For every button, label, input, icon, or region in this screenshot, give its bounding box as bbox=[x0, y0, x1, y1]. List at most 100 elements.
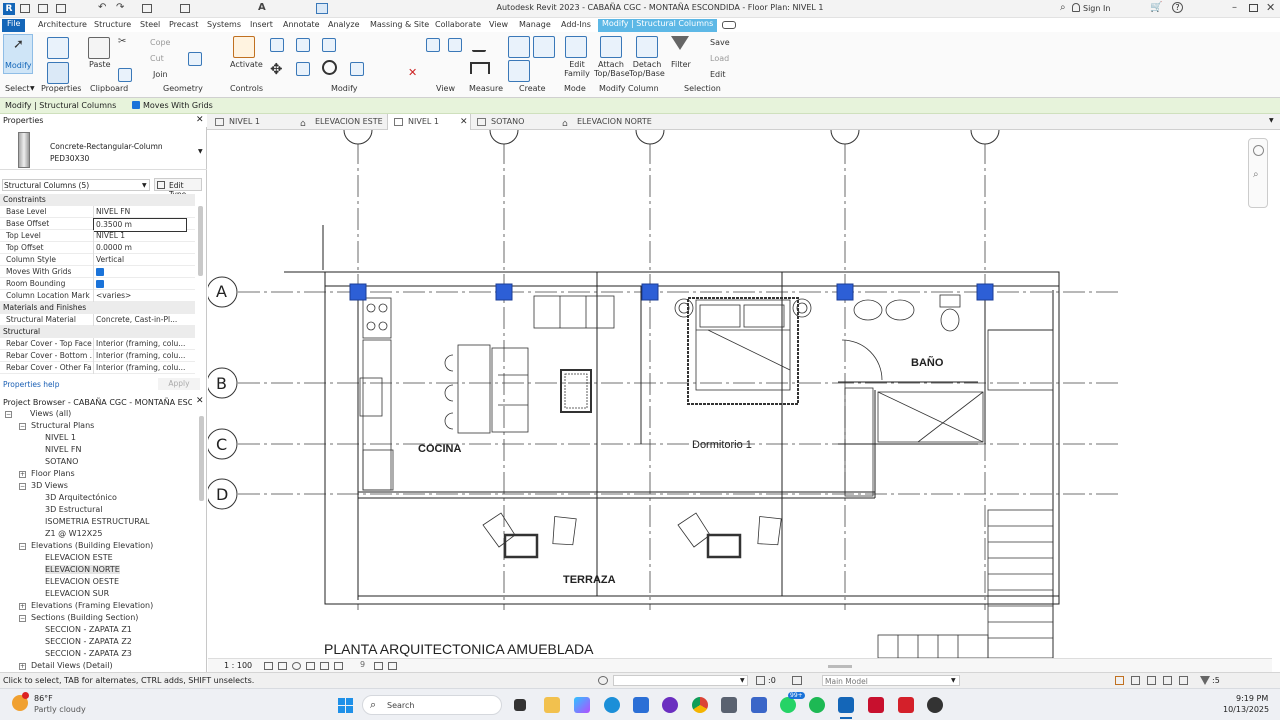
app-icon-1[interactable] bbox=[662, 697, 678, 713]
detach-button[interactable]: Detach Top/Base bbox=[629, 60, 665, 78]
measure-icon[interactable] bbox=[180, 4, 190, 13]
edit-selection-button[interactable]: Edit bbox=[710, 70, 726, 79]
browser-item[interactable]: SECCION - ZAPATA Z2 bbox=[45, 637, 132, 646]
property-value[interactable]: Interior (framing, colu... bbox=[93, 362, 187, 374]
section-structural[interactable]: Structural bbox=[0, 326, 195, 338]
mirror-axis-icon[interactable] bbox=[322, 38, 336, 52]
maximize-button[interactable] bbox=[1249, 4, 1258, 12]
save-selection-button[interactable]: Save bbox=[710, 38, 730, 47]
browser-item[interactable]: Floor Plans bbox=[31, 469, 75, 478]
autocad-icon[interactable] bbox=[868, 697, 884, 713]
weather-temp[interactable]: 86°F bbox=[34, 694, 53, 703]
undo-icon[interactable]: ↶ bbox=[98, 2, 106, 13]
close-tab-icon[interactable]: ✕ bbox=[460, 114, 468, 130]
property-row[interactable]: Structural Material Concrete, Cast-in-Pl.… bbox=[0, 314, 195, 326]
property-value[interactable]: Concrete, Cast-in-Pl... bbox=[93, 314, 187, 326]
expand-toggle-icon[interactable]: + bbox=[19, 471, 26, 478]
room-label-bano[interactable]: BAÑO bbox=[911, 356, 944, 369]
chevron-down-icon[interactable]: ▼ bbox=[198, 148, 203, 155]
design-options-icon[interactable] bbox=[792, 676, 802, 685]
expand-toggle-icon[interactable]: − bbox=[5, 411, 12, 418]
modify-tool[interactable]: ➚ Modify bbox=[3, 34, 33, 74]
edge-icon[interactable] bbox=[604, 697, 620, 713]
browser-item[interactable]: ISOMETRIA ESTRUCTURAL bbox=[45, 517, 149, 526]
tab-steel[interactable]: Steel bbox=[140, 20, 160, 32]
tab-modify-structural-columns[interactable]: Modify | Structural Columns bbox=[598, 19, 718, 32]
clock-date[interactable]: 10/13/2025 bbox=[1223, 705, 1269, 714]
checkbox[interactable] bbox=[96, 280, 104, 288]
load-selection-button[interactable]: Load bbox=[710, 54, 729, 63]
workset-dropdown[interactable]: ▼ bbox=[613, 675, 748, 686]
property-value[interactable]: Interior (framing, colu... bbox=[93, 350, 187, 362]
browser-item[interactable]: 3D Estructural bbox=[45, 505, 103, 514]
delete-icon[interactable]: ✕ bbox=[408, 66, 417, 79]
tab-elevacion-este[interactable]: ⌂ ELEVACION ESTE bbox=[295, 114, 387, 130]
start-button[interactable] bbox=[338, 698, 353, 713]
crop-icon[interactable] bbox=[320, 662, 329, 670]
browser-scrollbar[interactable] bbox=[199, 416, 204, 501]
store-icon[interactable] bbox=[633, 697, 649, 713]
acrobat-icon[interactable] bbox=[898, 697, 914, 713]
offset-icon[interactable] bbox=[296, 38, 310, 52]
property-value[interactable]: Vertical bbox=[93, 254, 187, 266]
property-row[interactable]: Room Bounding bbox=[0, 278, 195, 292]
tab-add-ins[interactable]: Add-Ins bbox=[561, 20, 591, 32]
create-group-icon[interactable] bbox=[508, 60, 530, 82]
temp-view-properties-icon[interactable] bbox=[374, 662, 383, 670]
type-selector[interactable]: Concrete-Rectangular-Column PED30X30 ▼ bbox=[0, 128, 207, 170]
search-icon[interactable]: ⌕ bbox=[1060, 2, 1066, 13]
tab-collaborate[interactable]: Collaborate bbox=[435, 20, 481, 32]
properties-scrollbar[interactable] bbox=[198, 206, 203, 276]
expand-toggle-icon[interactable]: − bbox=[19, 615, 26, 622]
property-row[interactable]: Rebar Cover - Top Face Interior (framing,… bbox=[0, 338, 195, 350]
visual-style-icon[interactable] bbox=[278, 662, 287, 670]
browser-item[interactable]: ELEVACION NORTE bbox=[45, 565, 120, 574]
paste-label[interactable]: Paste bbox=[89, 60, 111, 69]
tab-analyze[interactable]: Analyze bbox=[328, 20, 360, 32]
worksharing-icon[interactable] bbox=[598, 676, 608, 685]
help-icon[interactable]: ? bbox=[1172, 2, 1183, 13]
tab-sotano[interactable]: SOTANO bbox=[471, 114, 557, 130]
copilot-icon[interactable] bbox=[574, 697, 590, 713]
select-by-face-icon[interactable] bbox=[1163, 676, 1172, 685]
select-pinned-icon[interactable] bbox=[1147, 676, 1156, 685]
section-constraints[interactable]: Constraints bbox=[0, 194, 195, 206]
tab-nivel-1-active[interactable]: NIVEL 1 ✕ bbox=[387, 114, 471, 130]
detach-icon[interactable] bbox=[636, 36, 658, 58]
expand-toggle-icon[interactable]: − bbox=[19, 423, 26, 430]
create-assembly-icon[interactable] bbox=[508, 36, 530, 58]
view-scale[interactable]: 1 : 100 bbox=[224, 661, 252, 670]
properties-icon[interactable] bbox=[47, 62, 69, 84]
cart-icon[interactable]: 🛒 bbox=[1150, 2, 1162, 13]
tab-manage[interactable]: Manage bbox=[519, 20, 551, 32]
horizontal-scrollbar[interactable] bbox=[828, 665, 852, 668]
property-row[interactable]: Base Level NIVEL FN bbox=[0, 206, 195, 218]
property-value[interactable]: NIVEL FN bbox=[93, 206, 187, 218]
drag-elements-icon[interactable] bbox=[1179, 676, 1188, 685]
attach-button[interactable]: Attach Top/Base bbox=[594, 60, 630, 78]
filter-icon[interactable] bbox=[671, 36, 689, 50]
spotify-icon[interactable] bbox=[809, 697, 825, 713]
tab-annotate[interactable]: Annotate bbox=[283, 20, 320, 32]
properties-help-link[interactable]: Properties help bbox=[3, 380, 60, 389]
close-icon[interactable]: ✕ bbox=[196, 115, 204, 125]
tab-insert[interactable]: Insert bbox=[250, 20, 273, 32]
task-view-icon[interactable] bbox=[514, 699, 526, 711]
design-option-dropdown[interactable]: Main Model ▼ bbox=[822, 675, 960, 686]
checkbox[interactable] bbox=[96, 268, 104, 276]
print-icon[interactable] bbox=[142, 4, 152, 13]
weather-condition[interactable]: Partly cloudy bbox=[34, 705, 86, 714]
browser-item[interactable]: 3D Arquitectónico bbox=[45, 493, 117, 502]
browser-item[interactable]: Sections (Building Section) bbox=[31, 613, 138, 622]
edit-family-icon[interactable] bbox=[565, 36, 587, 58]
clock-time[interactable]: 9:19 PM bbox=[1236, 694, 1268, 703]
expand-toggle-icon[interactable]: − bbox=[19, 483, 26, 490]
room-label-dormitorio[interactable]: Dormitorio 1 bbox=[692, 439, 752, 451]
sign-in-link[interactable]: Sign In bbox=[1083, 4, 1110, 13]
rotate-icon[interactable] bbox=[322, 60, 337, 75]
steering-wheel-icon[interactable] bbox=[1253, 145, 1264, 156]
measure-ruler-icon[interactable] bbox=[470, 62, 490, 74]
browser-item[interactable]: SOTANO bbox=[45, 457, 78, 466]
app-icon-2[interactable] bbox=[751, 697, 767, 713]
zoom-icon[interactable]: ⌕ bbox=[1253, 169, 1259, 180]
